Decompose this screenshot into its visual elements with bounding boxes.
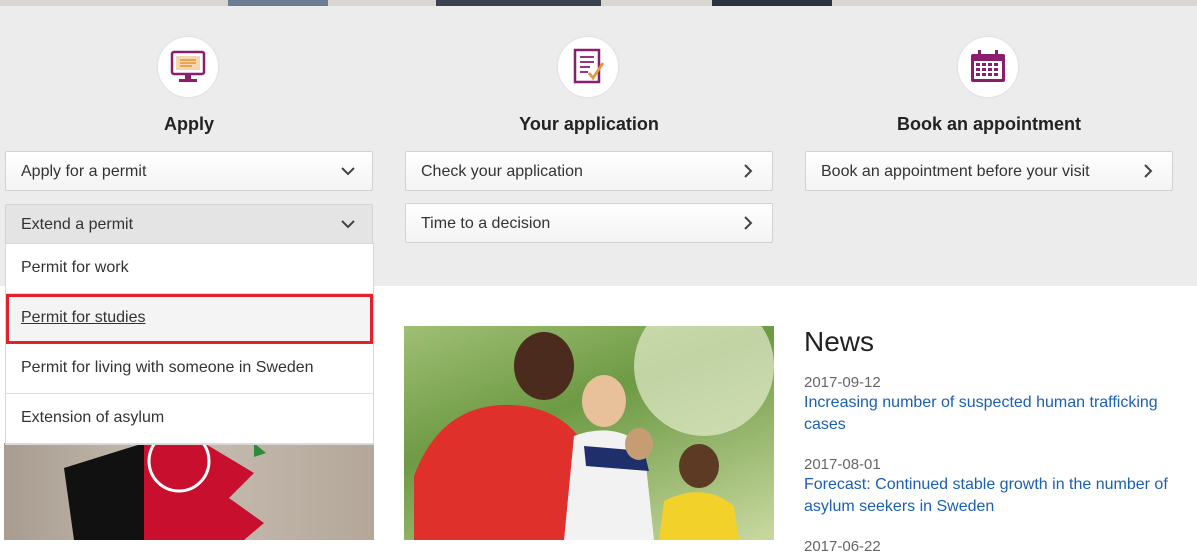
news-link[interactable]: Increasing number of suspected human tra… — [804, 392, 1184, 436]
news-heading: News — [804, 326, 875, 357]
apply-for-permit-button[interactable]: Apply for a permit — [5, 151, 373, 191]
news-link[interactable]: Forecast: Continued stable growth in the… — [804, 474, 1184, 518]
time-to-decision-label: Time to a decision — [421, 215, 551, 232]
apply-for-permit-label: Apply for a permit — [21, 163, 147, 180]
book-appointment-title: Book an appointment — [897, 114, 1081, 134]
menu-item-permit-for-studies[interactable]: Permit for studies — [6, 294, 373, 344]
news-date: 2017-08-01 — [804, 456, 881, 473]
calendar-icon — [958, 37, 1018, 97]
menu-item-label: Permit for living with someone in Sweden — [21, 359, 314, 376]
extend-permit-label: Extend a permit — [21, 216, 134, 233]
menu-item-label: Extension of asylum — [21, 409, 165, 426]
chevron-right-icon — [1144, 164, 1153, 178]
menu-item-label: Permit for work — [21, 259, 129, 276]
chevron-down-icon — [341, 167, 355, 176]
check-application-button[interactable]: Check your application — [405, 151, 773, 191]
extend-permit-menu: Permit for work Permit for studies Permi… — [5, 243, 374, 445]
menu-item-extension-of-asylum[interactable]: Extension of asylum — [6, 394, 373, 444]
menu-item-permit-for-work[interactable]: Permit for work — [6, 244, 373, 294]
book-appointment-label: Book an appointment before your visit — [821, 163, 1090, 180]
students-photo — [404, 326, 774, 540]
chevron-down-icon — [341, 220, 355, 229]
monitor-document-icon — [158, 37, 218, 97]
menu-item-label: Permit for studies — [21, 309, 146, 326]
book-appointment-button[interactable]: Book an appointment before your visit — [805, 151, 1173, 191]
check-application-label: Check your application — [421, 163, 583, 180]
your-application-title: Your application — [519, 114, 659, 134]
extend-permit-button[interactable]: Extend a permit — [5, 204, 373, 244]
checklist-icon — [558, 37, 618, 97]
apply-title: Apply — [163, 114, 214, 134]
news-date: 2017-06-22 — [804, 538, 881, 555]
news-date: 2017-09-12 — [804, 374, 881, 391]
afghanistan-flag-image — [4, 443, 374, 540]
chevron-right-icon — [744, 164, 753, 178]
menu-item-permit-living-with-someone[interactable]: Permit for living with someone in Sweden — [6, 344, 373, 394]
time-to-decision-button[interactable]: Time to a decision — [405, 203, 773, 243]
chevron-right-icon — [744, 216, 753, 230]
